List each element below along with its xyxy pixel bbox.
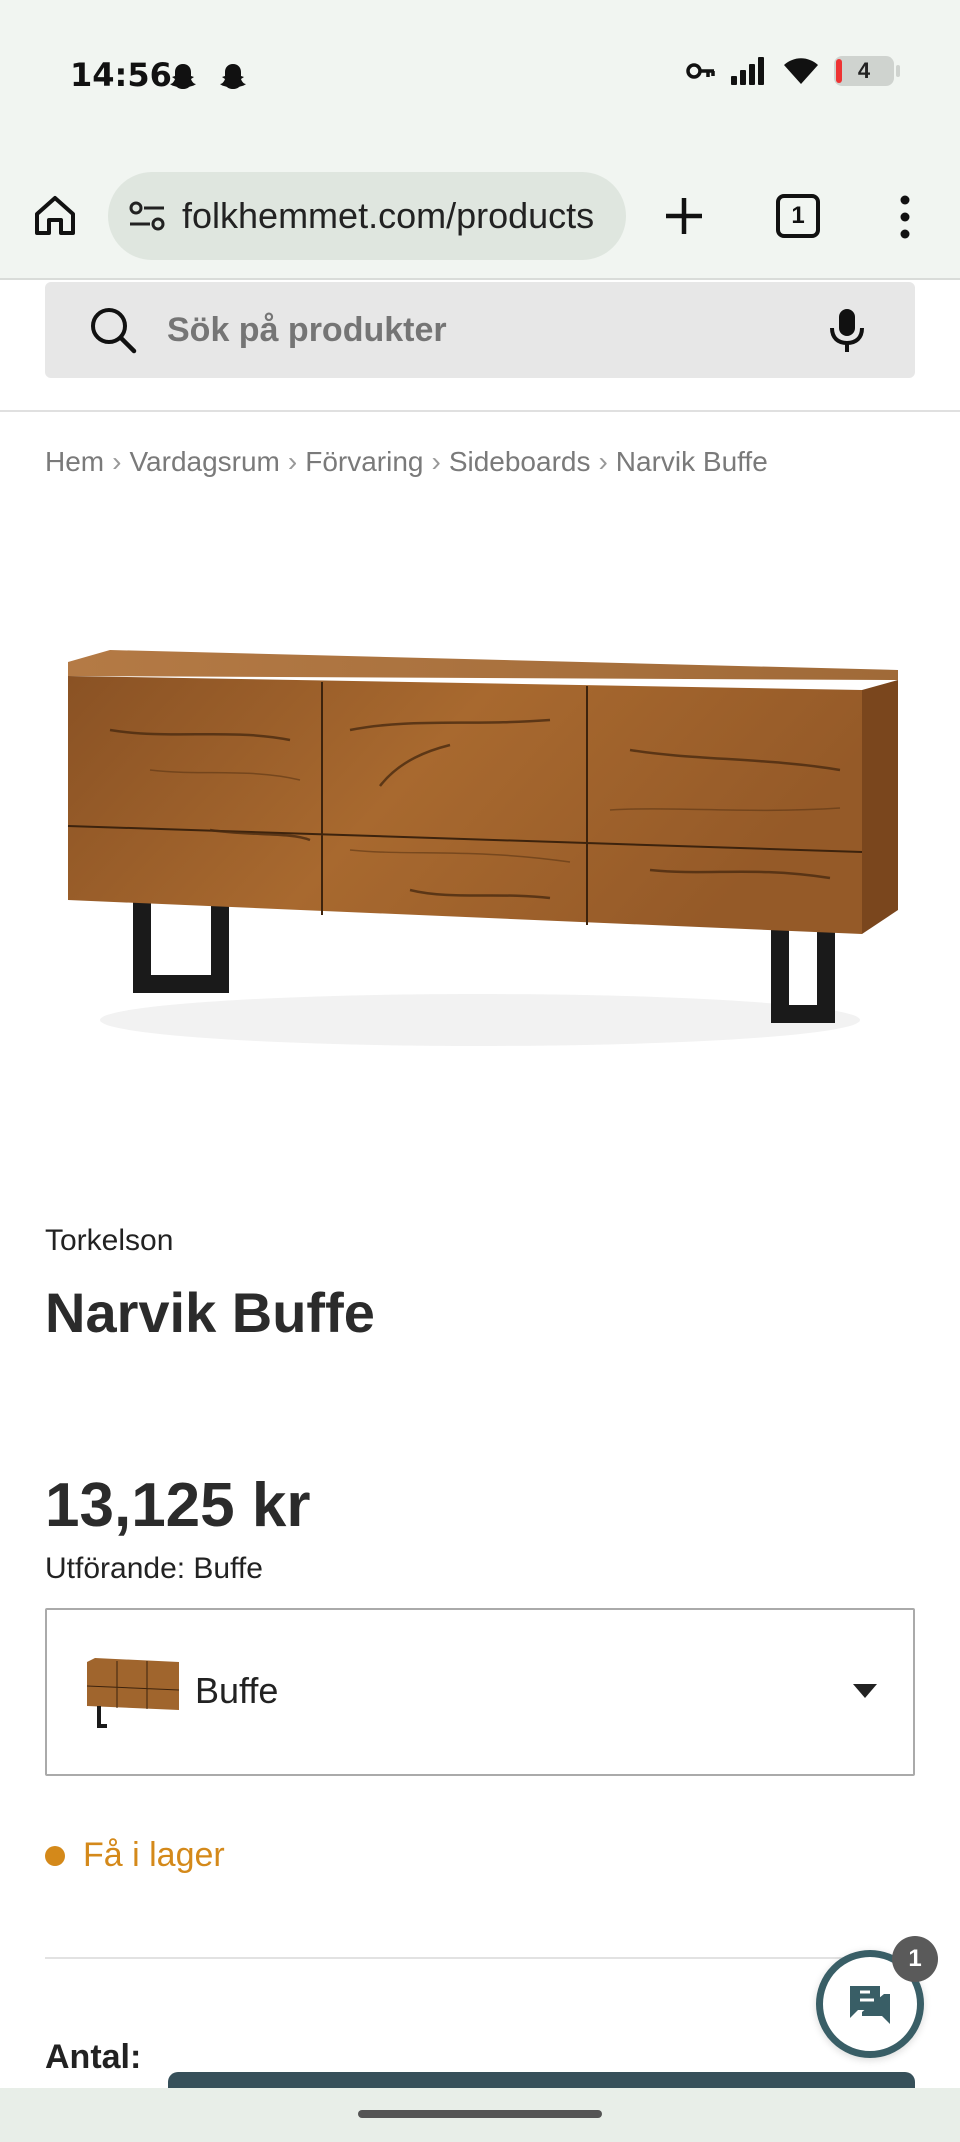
breadcrumb-item-current: Narvik Buffe — [615, 446, 768, 477]
more-vert-icon[interactable] — [890, 192, 920, 242]
chat-notification-badge: 1 — [892, 1936, 938, 1982]
stock-status-text: Få i lager — [83, 1836, 225, 1874]
search-icon[interactable] — [87, 304, 139, 356]
microphone-icon[interactable] — [823, 306, 871, 354]
status-time: 14:56 — [70, 56, 172, 94]
tab-switcher-button[interactable]: 1 — [776, 194, 820, 238]
stock-status-dot — [45, 1845, 65, 1866]
product-brand[interactable]: Torkelson — [45, 1224, 173, 1258]
product-image[interactable] — [50, 600, 910, 1070]
snapchat-icon — [170, 64, 196, 89]
product-search-bar — [45, 282, 915, 378]
stock-status: Få i lager — [45, 1836, 225, 1875]
gesture-nav-bar — [0, 2088, 960, 2142]
breadcrumb: Hem › Vardagsrum › Förvaring › Sideboard… — [45, 446, 768, 478]
address-bar[interactable]: folkhemmet.com/products — [108, 172, 626, 260]
breadcrumb-item-sideboards[interactable]: Sideboards — [449, 446, 591, 478]
new-tab-icon[interactable] — [662, 194, 706, 238]
site-settings-icon[interactable] — [128, 199, 166, 233]
signal-icon — [731, 57, 764, 85]
variant-label: Utförande: Buffe — [45, 1552, 263, 1585]
breadcrumb-separator: › — [287, 446, 298, 477]
product-price: 13,125 kr — [45, 1471, 311, 1540]
breadcrumb-item-vardagsrum[interactable]: Vardagsrum — [129, 446, 279, 478]
search-input[interactable] — [167, 282, 767, 378]
url-text: folkhemmet.com/products — [182, 195, 595, 236]
variant-select[interactable]: Buffe — [45, 1608, 915, 1776]
product-title: Narvik Buffe — [45, 1281, 375, 1344]
status-bar: 14:56 4 — [0, 0, 960, 156]
wifi-icon — [784, 58, 818, 84]
breadcrumb-separator: › — [112, 446, 122, 477]
battery-indicator: 4 — [834, 56, 900, 86]
browser-toolbar: folkhemmet.com/products 1 — [0, 156, 960, 280]
key-icon — [686, 63, 715, 79]
quantity-label: Antal: — [45, 2038, 142, 2076]
breadcrumb-separator: › — [598, 446, 608, 477]
home-icon[interactable] — [32, 192, 78, 238]
status-icons: 4 — [686, 56, 900, 86]
header-divider — [0, 410, 960, 412]
chevron-down-icon — [853, 1684, 877, 1698]
section-divider — [45, 1957, 915, 1959]
battery-level: 4 — [857, 58, 871, 83]
breadcrumb-item-hem[interactable]: Hem — [45, 446, 104, 478]
tab-count: 1 — [791, 202, 805, 229]
home-gesture-handle[interactable] — [358, 2110, 602, 2118]
chat-icon — [850, 1986, 890, 2024]
breadcrumb-separator: › — [431, 446, 441, 477]
breadcrumb-item-forvaring[interactable]: Förvaring — [305, 446, 423, 478]
variant-selected-value: Buffe — [195, 1670, 279, 1711]
variant-thumbnail — [86, 1658, 180, 1728]
snapchat-icon — [220, 64, 246, 89]
